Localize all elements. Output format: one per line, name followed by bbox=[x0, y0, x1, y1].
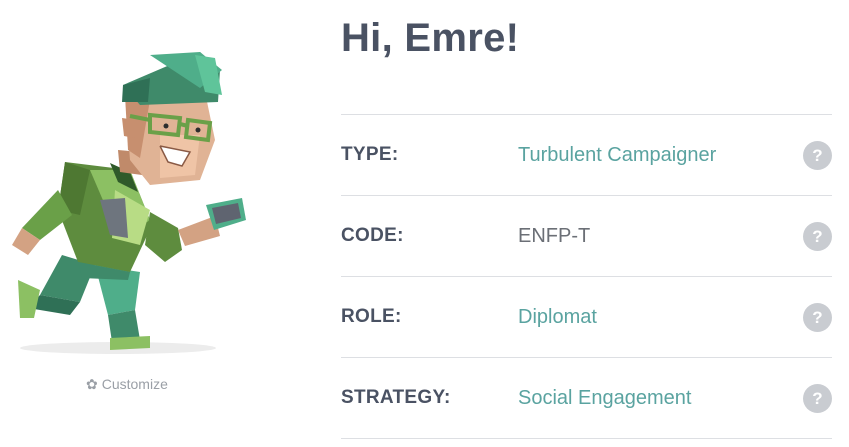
trait-label: STRATEGY: bbox=[341, 387, 451, 408]
trait-label: ROLE: bbox=[341, 306, 402, 327]
trait-label: TYPE: bbox=[341, 144, 399, 165]
trait-row-role: ROLE: Diplomat ? bbox=[341, 277, 832, 358]
help-icon[interactable]: ? bbox=[803, 303, 832, 332]
trait-value-link[interactable]: Turbulent Campaigner bbox=[518, 144, 716, 167]
trait-value-link[interactable]: Diplomat bbox=[518, 306, 597, 329]
trait-label: CODE: bbox=[341, 225, 404, 246]
page-title: Hi, Emre! bbox=[341, 16, 520, 60]
customize-avatar-button[interactable]: ✿ Customize bbox=[86, 376, 168, 392]
campaigner-character-image bbox=[12, 52, 246, 354]
trait-row-type: TYPE: Turbulent Campaigner ? bbox=[341, 115, 832, 196]
personality-traits-list: TYPE: Turbulent Campaigner ? CODE: ENFP-… bbox=[341, 114, 832, 439]
avatar-illustration bbox=[0, 40, 262, 370]
trait-value: ENFP-T bbox=[518, 224, 591, 247]
help-icon[interactable]: ? bbox=[803, 222, 832, 251]
customize-label: Customize bbox=[101, 376, 168, 392]
gear-icon: ✿ bbox=[86, 376, 98, 392]
trait-row-code: CODE: ENFP-T ? bbox=[341, 196, 832, 277]
help-icon[interactable]: ? bbox=[803, 384, 832, 413]
profile-summary: ✿ Customize Hi, Emre! TYPE: Turbulent Ca… bbox=[0, 0, 849, 447]
trait-row-strategy: STRATEGY: Social Engagement ? bbox=[341, 358, 832, 439]
trait-value-link[interactable]: Social Engagement bbox=[518, 387, 691, 410]
help-icon[interactable]: ? bbox=[803, 141, 832, 170]
